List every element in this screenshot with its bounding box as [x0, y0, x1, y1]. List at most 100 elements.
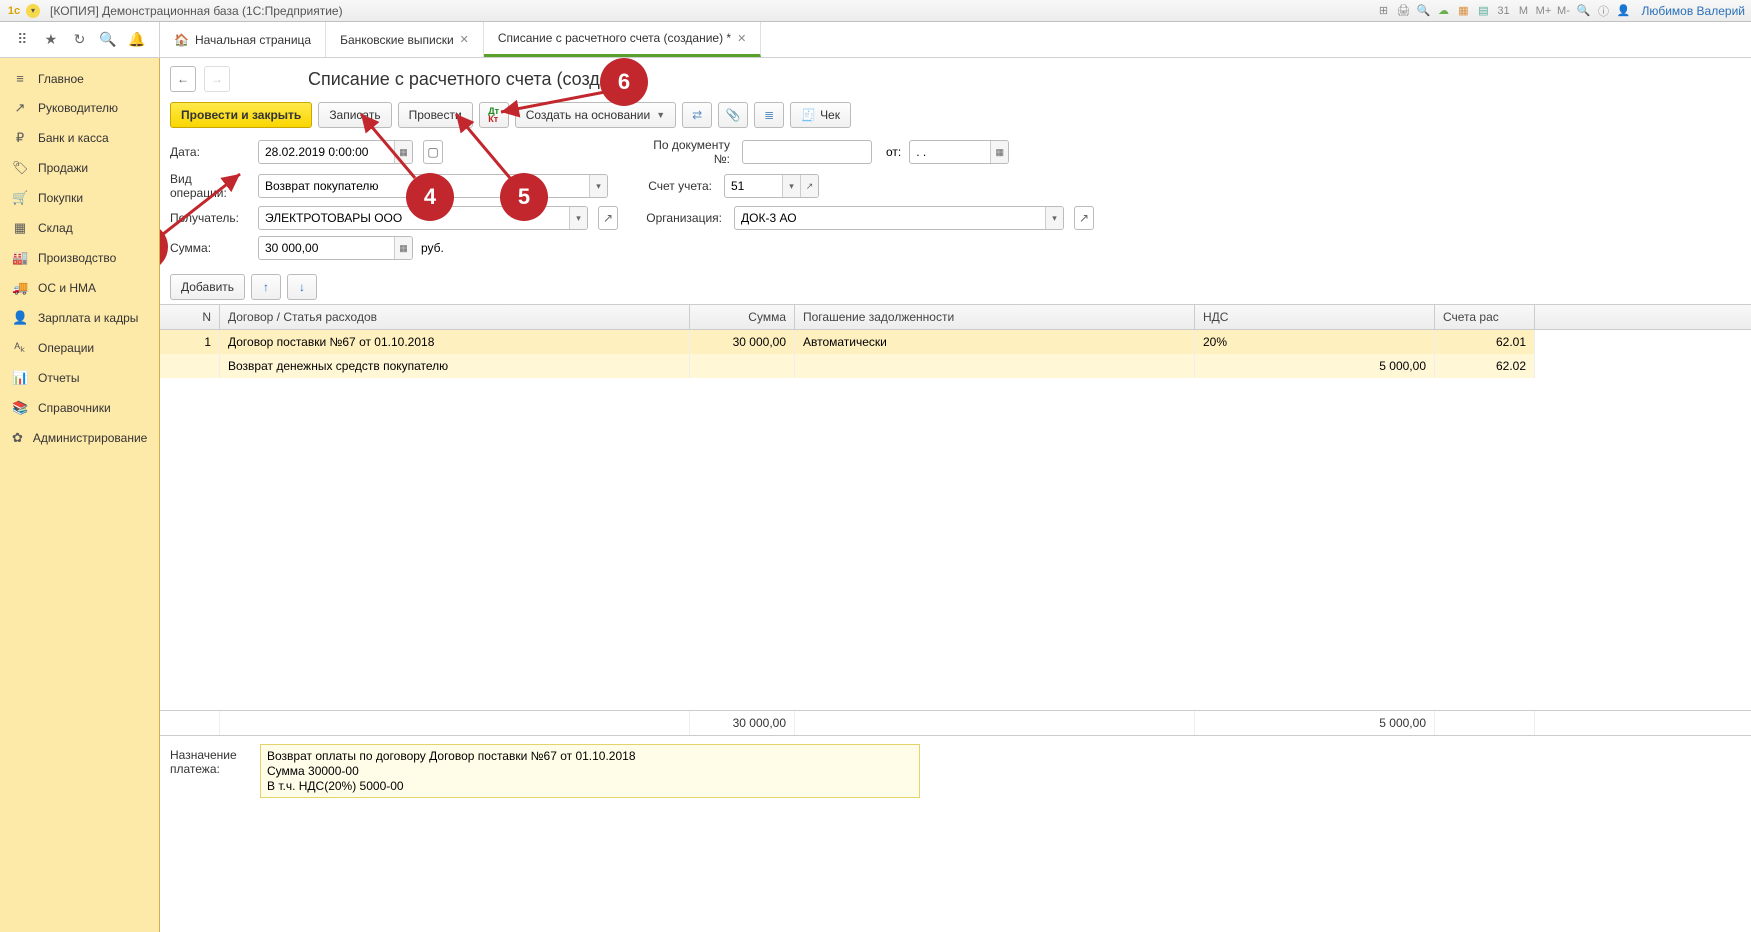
preview-icon[interactable]: 🔍 [1415, 3, 1431, 19]
annotation-arrow-3 [160, 168, 258, 248]
attach-button[interactable]: 📎 [718, 102, 748, 128]
sidebar-item-manager[interactable]: ↗Руководителю [0, 93, 159, 123]
cell-debt [795, 354, 1195, 378]
calc-icon[interactable]: ▤ [1475, 3, 1491, 19]
post-and-close-button[interactable]: Провести и закрыть [170, 102, 312, 128]
print-icon[interactable]: 🖨 [1395, 3, 1411, 19]
m-minus-icon[interactable]: M- [1555, 3, 1571, 19]
cell-acct: 62.01 [1435, 330, 1535, 354]
table-row[interactable]: 1 Договор поставки №67 от 01.10.2018 30 … [160, 330, 1751, 354]
tab-current[interactable]: Списание с расчетного счета (создание) *… [484, 22, 761, 57]
calc-icon[interactable]: ▦ [394, 237, 412, 259]
dropdown-icon[interactable]: ▾ [782, 175, 800, 197]
dropdown-icon[interactable]: ▾ [569, 207, 587, 229]
dropdown-icon[interactable]: ▾ [589, 175, 607, 197]
sidebar-item-warehouse[interactable]: ▦Склад [0, 213, 159, 243]
table-body: 1 Договор поставки №67 от 01.10.2018 30 … [160, 330, 1751, 710]
nav-row: ← → Списание с расчетного счета (создани… [160, 58, 1751, 96]
sidebar-item-assets[interactable]: 🚚ОС и НМА [0, 273, 159, 303]
page-title: Списание с расчетного счета (создание) [308, 69, 646, 90]
sidebar-item-sales[interactable]: 🏷Продажи [0, 153, 159, 183]
org-value: ДОК-3 АО [735, 207, 1045, 229]
search-icon[interactable]: 🔍 [98, 30, 118, 50]
notifications-icon[interactable]: 🔔 [127, 30, 147, 50]
table-row[interactable]: Возврат денежных средств покупателю 5 00… [160, 354, 1751, 378]
sidebar-item-reports[interactable]: 📊Отчеты [0, 363, 159, 393]
date-icon[interactable]: 31 [1495, 3, 1511, 19]
m-plus-icon[interactable]: M+ [1535, 3, 1551, 19]
from-value: . . [910, 141, 990, 163]
apps-icon[interactable]: ⠿ [12, 30, 32, 50]
nav-back-button[interactable]: ← [170, 66, 196, 92]
tab-label: Списание с расчетного счета (создание) * [498, 31, 731, 45]
open-icon[interactable]: ↗ [1074, 206, 1094, 230]
col-vat[interactable]: НДС [1195, 305, 1435, 329]
structure-button[interactable]: ⇄ [682, 102, 712, 128]
currency-label: руб. [421, 241, 444, 255]
cell-n [160, 354, 220, 378]
purpose-line1: Возврат оплаты по договору Договор поста… [267, 749, 913, 764]
annotation-badge-4: 4 [406, 173, 454, 221]
col-n[interactable]: N [160, 305, 220, 329]
sum-input[interactable]: 30 000,00 ▦ [258, 236, 413, 260]
add-row-button[interactable]: Добавить [170, 274, 245, 300]
dropdown-icon[interactable]: ▾ [26, 4, 40, 18]
close-icon[interactable]: ✕ [460, 33, 469, 46]
sidebar-item-hr[interactable]: 👤Зарплата и кадры [0, 303, 159, 333]
account-input[interactable]: 51 ▾ ↗ [724, 174, 819, 198]
purpose-textarea[interactable]: Возврат оплаты по договору Договор поста… [260, 744, 920, 798]
sidebar-item-bank[interactable]: ₽Банк и касса [0, 123, 159, 153]
sidebar-item-operations[interactable]: ᴬₖОперации [0, 333, 159, 363]
history-icon[interactable]: ↻ [69, 30, 89, 50]
home-icon: 🏠 [174, 33, 189, 47]
cloud-icon[interactable]: ☁ [1435, 3, 1451, 19]
m-icon[interactable]: M [1515, 3, 1531, 19]
receipt-button[interactable]: 🧾Чек [790, 102, 851, 128]
app-title: [КОПИЯ] Демонстрационная база (1С:Предпр… [50, 4, 343, 18]
from-date-input[interactable]: . . ▦ [909, 140, 1009, 164]
move-up-button[interactable]: ↑ [251, 274, 281, 300]
list-button[interactable]: ≣ [754, 102, 784, 128]
foot-sum: 30 000,00 [690, 711, 795, 735]
open-icon[interactable]: ↗ [800, 175, 818, 197]
nav-forward-button[interactable]: → [204, 66, 230, 92]
main: ≡Главное ↗Руководителю ₽Банк и касса 🏷Пр… [0, 58, 1751, 932]
save-layout-icon[interactable]: ⊞ [1375, 3, 1391, 19]
app-logo-icon: 1c [6, 3, 22, 19]
sidebar-item-label: Справочники [38, 401, 111, 415]
sidebar-item-production[interactable]: 🏭Производство [0, 243, 159, 273]
dropdown-icon[interactable]: ▾ [1045, 207, 1063, 229]
docno-field[interactable] [747, 145, 867, 159]
sidebar-item-purchases[interactable]: 🛒Покупки [0, 183, 159, 213]
col-debt[interactable]: Погашение задолженности [795, 305, 1195, 329]
tool-iconbar: ⠿ ★ ↻ 🔍 🔔 [0, 22, 160, 57]
docno-label: По документу №: [634, 138, 734, 166]
zoom-icon[interactable]: 🔍 [1575, 3, 1591, 19]
sidebar-item-main[interactable]: ≡Главное [0, 64, 159, 93]
docno-input[interactable] [742, 140, 872, 164]
col-acct[interactable]: Счета рас [1435, 305, 1535, 329]
col-sum[interactable]: Сумма [690, 305, 795, 329]
open-icon[interactable]: ↗ [598, 206, 618, 230]
sidebar-item-admin[interactable]: ✿Администрирование [0, 423, 159, 453]
close-icon[interactable]: ✕ [737, 32, 746, 45]
calendar-icon[interactable]: ▦ [1455, 3, 1471, 19]
tabs: 🏠 Начальная страница Банковские выписки … [160, 22, 761, 57]
truck-icon: 🚚 [12, 280, 28, 296]
tab-bank-statements[interactable]: Банковские выписки ✕ [326, 22, 484, 57]
sidebar-item-catalogs[interactable]: 📚Справочники [0, 393, 159, 423]
col-contract[interactable]: Договор / Статья расходов [220, 305, 690, 329]
favorites-icon[interactable]: ★ [41, 30, 61, 50]
org-input[interactable]: ДОК-3 АО ▾ [734, 206, 1064, 230]
calendar-icon[interactable]: ▦ [990, 141, 1008, 163]
user-name[interactable]: Любимов Валерий [1641, 4, 1745, 18]
tab-home[interactable]: 🏠 Начальная страница [160, 22, 326, 57]
move-down-button[interactable]: ↓ [287, 274, 317, 300]
cart-icon: 🛒 [12, 190, 28, 206]
tab-label: Начальная страница [195, 33, 311, 47]
clip-icon: 📎 [726, 108, 741, 122]
sidebar-item-label: Продажи [38, 161, 88, 175]
help-icon[interactable]: ⓘ [1595, 3, 1611, 19]
button-label: Чек [820, 108, 840, 122]
menu-icon: ≡ [12, 71, 28, 86]
